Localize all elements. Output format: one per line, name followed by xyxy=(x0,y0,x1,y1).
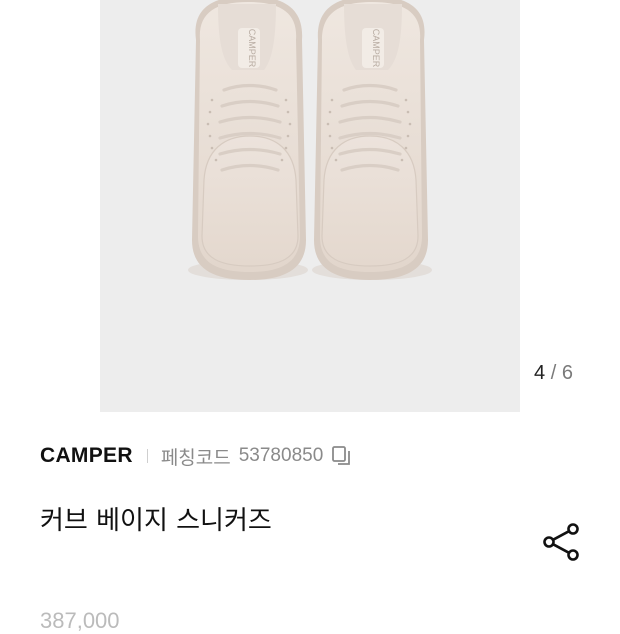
brand-name[interactable]: CAMPER xyxy=(40,444,133,468)
right-shoe: CAMPER xyxy=(314,0,428,280)
image-page-indicator: 4 / 6 xyxy=(534,362,573,385)
product-image[interactable]: CAMPER CAMPER xyxy=(100,0,520,412)
current-image-number: 4 xyxy=(534,362,546,384)
product-title: 커브 베이지 스니커즈 xyxy=(40,506,272,536)
brand-divider xyxy=(146,449,148,463)
share-icon[interactable] xyxy=(540,520,584,564)
brand-row: CAMPER 페칭코드 53780850 xyxy=(40,442,353,470)
total-image-count: 6 xyxy=(561,362,573,384)
fetching-code-label: 페칭코드 xyxy=(160,446,231,469)
page-separator: / xyxy=(550,362,557,384)
left-shoe: CAMPER xyxy=(192,0,306,280)
product-price: 387,000 xyxy=(40,608,120,633)
shoe-tongue-logo: CAMPER xyxy=(247,29,257,68)
fetching-code-value: 53780850 xyxy=(238,445,324,466)
copy-icon[interactable] xyxy=(331,445,353,467)
shoe-tongue-logo: CAMPER xyxy=(371,29,381,68)
product-image-gallery[interactable]: CAMPER CAMPER xyxy=(100,0,520,412)
